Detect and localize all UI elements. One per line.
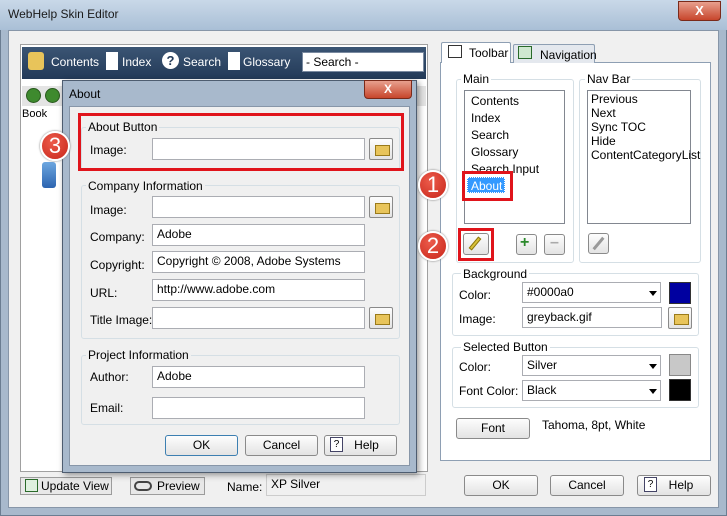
window-close-button[interactable]: X	[678, 1, 721, 21]
main-group-label: Main	[461, 72, 492, 86]
company-image-browse-folder-icon[interactable]	[369, 196, 393, 218]
title-image-field[interactable]	[152, 307, 365, 329]
copyright-label: Copyright:	[90, 258, 145, 272]
preview-tab-glossary[interactable]: Glossary	[243, 55, 290, 69]
selected-font-color-label: Font Color:	[459, 384, 519, 398]
window-title: WebHelp Skin Editor	[8, 7, 119, 21]
step-badge-3: 3	[40, 131, 70, 161]
background-color-select[interactable]: #0000a0	[522, 282, 661, 303]
ok-button[interactable]: OK	[464, 475, 538, 496]
refresh-icon	[25, 479, 38, 492]
title-image-browse-folder-icon[interactable]	[369, 307, 393, 329]
background-color-swatch[interactable]	[669, 282, 691, 304]
navbar-item-sync-toc[interactable]: Sync TOC	[591, 120, 646, 134]
highlight-about-button	[78, 113, 404, 171]
url-label: URL:	[90, 286, 118, 300]
highlight-edit-button	[458, 228, 494, 261]
main-item-search[interactable]: Search	[471, 128, 509, 142]
preview-tab-contents[interactable]: Contents	[51, 55, 99, 69]
email-field[interactable]	[152, 397, 365, 419]
main-item-contents[interactable]: Contents	[471, 94, 519, 108]
main-item-glossary[interactable]: Glossary	[471, 145, 518, 159]
toolbar-tab-icon	[448, 45, 462, 58]
plus-icon: +	[520, 234, 530, 251]
step-badge-2: 2	[418, 231, 448, 261]
background-color-label: Color:	[459, 288, 492, 302]
title-image-label: Title Image:	[90, 313, 153, 327]
about-ok-button[interactable]: OK	[165, 435, 238, 456]
preview-tab-index[interactable]: Index	[122, 55, 151, 69]
company-image-label: Image:	[90, 203, 127, 217]
book-page-icon	[42, 162, 56, 188]
highlight-about-item	[462, 171, 513, 201]
selected-font-color-select[interactable]: Black	[522, 380, 661, 401]
contents-icon	[28, 52, 44, 70]
company-group-label: Company Information	[86, 179, 205, 193]
author-label: Author:	[90, 370, 129, 384]
url-field[interactable]: http://www.adobe.com	[152, 279, 365, 301]
glossary-icon	[228, 52, 240, 70]
email-label: Email:	[90, 401, 124, 415]
background-browse-folder-icon[interactable]	[668, 307, 692, 329]
company-image-field[interactable]	[152, 196, 365, 218]
background-image-field[interactable]: greyback.gif	[522, 307, 662, 328]
cancel-button[interactable]: Cancel	[550, 475, 624, 496]
navbar-group-label: Nav Bar	[585, 72, 633, 86]
help-question-icon: ?	[162, 52, 179, 69]
about-dialog-title: About	[69, 87, 101, 101]
selected-color-label: Color:	[459, 360, 492, 374]
step-badge-1: 1	[418, 170, 448, 200]
selected-color-swatch[interactable]	[669, 354, 691, 376]
back-arrow-icon[interactable]	[26, 88, 41, 103]
navbar-item-hide[interactable]: Hide	[591, 134, 616, 148]
navbar-item-next[interactable]: Next	[591, 106, 616, 120]
author-field[interactable]: Adobe	[152, 366, 365, 388]
selected-font-color-swatch[interactable]	[669, 379, 691, 401]
about-close-button[interactable]: X	[364, 80, 412, 99]
forward-arrow-icon[interactable]	[45, 88, 60, 103]
index-icon	[106, 52, 118, 70]
selected-color-select[interactable]: Silver	[522, 355, 661, 376]
minus-icon: –	[550, 234, 559, 251]
copyright-field[interactable]: Copyright © 2008, Adobe Systems	[152, 251, 365, 273]
navbar-item-contentcategorylist[interactable]: ContentCategoryList	[591, 148, 700, 162]
project-group-label: Project Information	[86, 348, 191, 362]
preview-search-input[interactable]: - Search -	[302, 52, 424, 72]
about-cancel-button[interactable]: Cancel	[245, 435, 318, 456]
name-label: Name:	[227, 480, 263, 494]
company-field[interactable]: Adobe	[152, 224, 365, 246]
font-value: Tahoma, 8pt, White	[542, 418, 646, 432]
help-icon: ?	[644, 477, 657, 492]
main-item-index[interactable]: Index	[471, 111, 500, 125]
background-group-label: Background	[461, 267, 530, 281]
background-image-label: Image:	[459, 312, 496, 326]
company-label: Company:	[90, 230, 145, 244]
about-help-icon: ?	[330, 437, 343, 452]
preview-tab-search[interactable]: Search	[183, 55, 221, 69]
binoculars-icon	[134, 481, 152, 491]
skin-name-field[interactable]: XP Silver	[266, 474, 426, 496]
navbar-item-previous[interactable]: Previous	[591, 92, 638, 106]
navigation-tab-icon	[518, 46, 532, 59]
selected-button-group-label: Selected Button	[461, 340, 550, 354]
font-button[interactable]: Font	[456, 418, 530, 439]
